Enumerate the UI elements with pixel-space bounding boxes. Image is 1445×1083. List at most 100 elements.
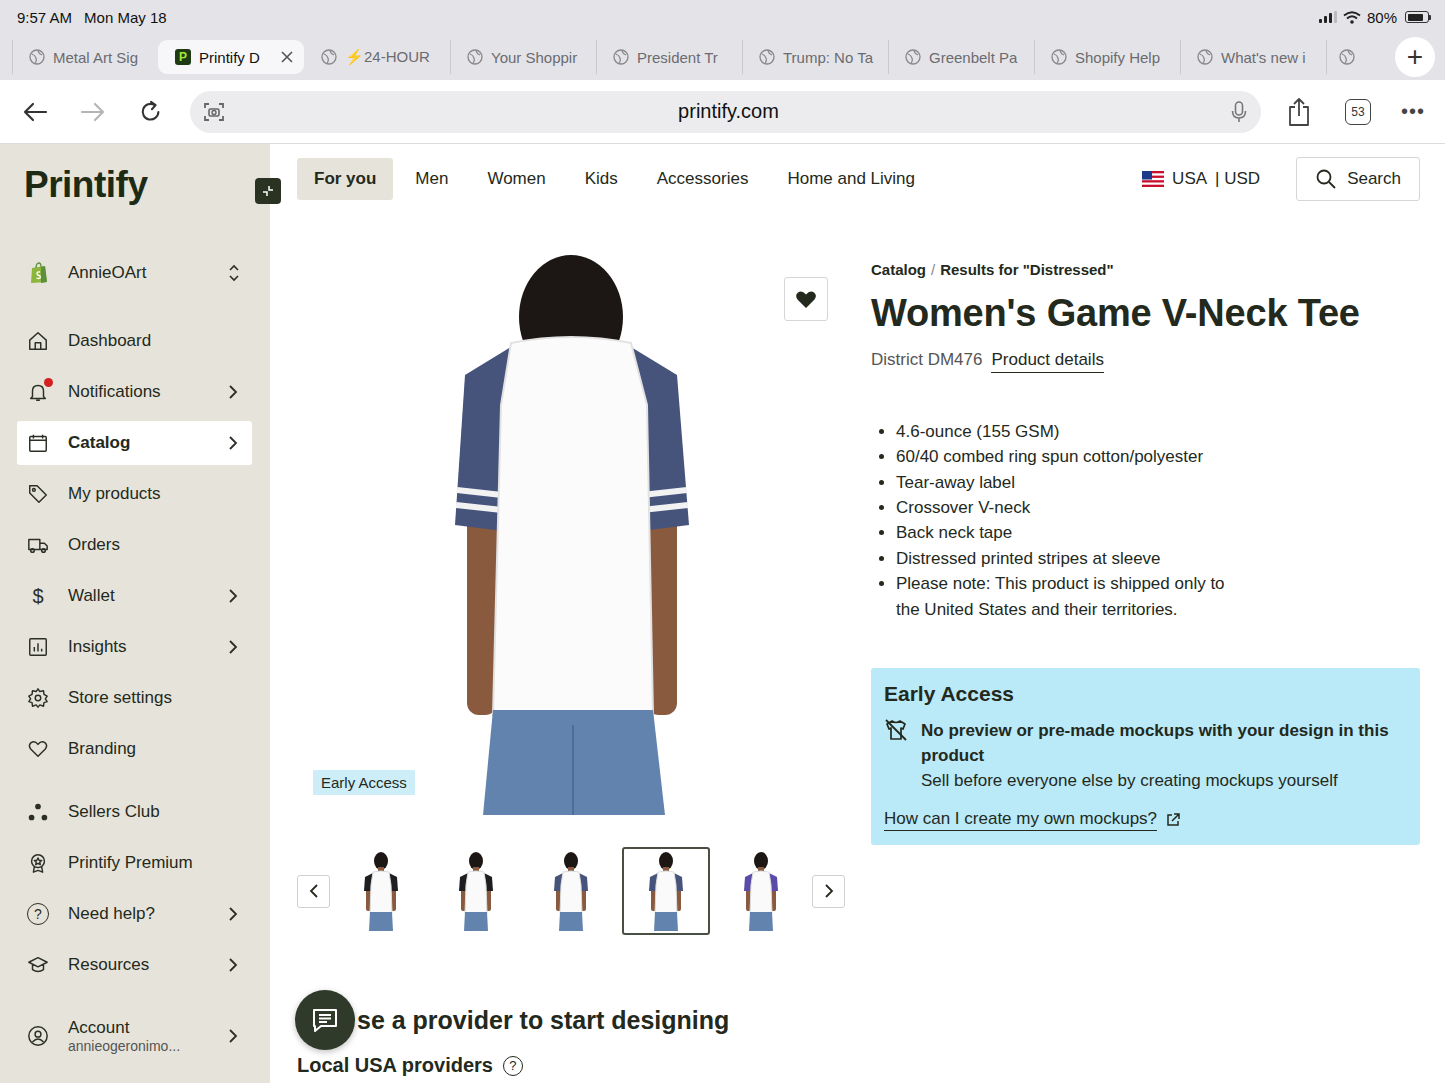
breadcrumb-separator: / bbox=[931, 261, 935, 278]
thumbnail-photo bbox=[541, 849, 601, 933]
search-button[interactable]: Search bbox=[1296, 157, 1420, 201]
category-tab[interactable]: Kids bbox=[568, 158, 635, 200]
sidebar-item[interactable]: Dashboard bbox=[17, 319, 252, 363]
sidebar-item[interactable]: $Wallet bbox=[17, 574, 252, 618]
sidebar-item-label: Insights bbox=[68, 637, 228, 657]
browser-tab[interactable]: President Tr bbox=[596, 40, 742, 74]
previous-image-button[interactable] bbox=[297, 875, 330, 908]
breadcrumb-link[interactable]: Catalog bbox=[871, 261, 926, 278]
chevron-right-icon bbox=[228, 957, 238, 973]
store-selector[interactable]: AnnieOArt bbox=[17, 253, 252, 293]
sidebar-item[interactable]: Notifications bbox=[17, 370, 252, 414]
collapse-sidebar-button[interactable] bbox=[255, 178, 281, 204]
tab-label: Trump: No Ta bbox=[783, 49, 878, 66]
thumbnail[interactable] bbox=[337, 847, 425, 935]
globe-icon bbox=[1051, 49, 1067, 65]
sidebar-item[interactable]: Store settings bbox=[17, 676, 252, 720]
tab-label: ⚡24-HOUR bbox=[345, 48, 440, 66]
truck-icon bbox=[27, 534, 49, 556]
url-field[interactable]: printify.com bbox=[190, 91, 1261, 133]
sidebar-item-label: Catalog bbox=[68, 433, 228, 453]
browser-tab[interactable]: Greenbelt Pa bbox=[888, 40, 1034, 74]
breadcrumb-current: Results for "Distressed" bbox=[940, 261, 1113, 278]
sidebar-item[interactable]: Printify Premium bbox=[17, 841, 252, 885]
feature-item: Please note: This product is shipped onl… bbox=[896, 571, 1246, 622]
sidebar-item[interactable]: ?Need help? bbox=[17, 892, 252, 936]
sidebar-item-label: My products bbox=[68, 484, 238, 504]
forward-arrow-icon[interactable] bbox=[80, 100, 106, 124]
browser-tab[interactable]: ⚡24-HOUR bbox=[304, 40, 450, 74]
product-section: Early Access Catalog / Results for "Distres… bbox=[297, 255, 1420, 935]
chat-button[interactable] bbox=[295, 990, 355, 1050]
favorite-button[interactable] bbox=[784, 277, 828, 321]
browser-tab[interactable]: What's new i bbox=[1180, 40, 1326, 74]
main-content: For youMenWomenKidsAccessoriesHome and L… bbox=[270, 144, 1445, 1083]
browser-tab[interactable]: Shopify Help bbox=[1034, 40, 1180, 74]
category-tab[interactable]: Home and Living bbox=[770, 158, 932, 200]
chevron-right-icon bbox=[228, 906, 238, 922]
product-sku: District DM476 bbox=[871, 350, 982, 373]
share-icon[interactable] bbox=[1287, 97, 1311, 127]
gear-icon bbox=[27, 687, 49, 709]
sidebar-item[interactable]: Insights bbox=[17, 625, 252, 669]
dots-icon bbox=[27, 801, 49, 823]
microphone-icon[interactable] bbox=[1231, 100, 1247, 124]
cap-icon bbox=[27, 954, 49, 976]
next-image-button[interactable] bbox=[812, 875, 845, 908]
sidebar-item-label: Branding bbox=[68, 739, 238, 759]
status-bar: 9:57 AMMon May 1880% bbox=[0, 0, 1445, 34]
heart-filled-icon bbox=[794, 288, 818, 310]
tag-icon bbox=[27, 483, 49, 505]
thumbnail[interactable] bbox=[432, 847, 520, 935]
category-tab[interactable]: Men bbox=[398, 158, 465, 200]
browser-tab[interactable] bbox=[1326, 40, 1368, 74]
mockups-help-link[interactable]: How can I create my own mockups? bbox=[884, 809, 1407, 831]
region-selector[interactable]: USA| USD bbox=[1142, 169, 1260, 189]
feature-item: Tear-away label bbox=[896, 470, 1246, 495]
globe-icon bbox=[29, 49, 45, 65]
thumbnail[interactable] bbox=[527, 847, 615, 935]
new-tab-button[interactable]: + bbox=[1395, 37, 1435, 77]
browser-tab[interactable]: Metal Art Sig bbox=[12, 40, 158, 74]
thumbnail-photo bbox=[636, 849, 696, 933]
back-arrow-icon[interactable] bbox=[22, 100, 48, 124]
sidebar-item[interactable]: My products bbox=[17, 472, 252, 516]
sidebar-item[interactable]: Orders bbox=[17, 523, 252, 567]
globe-icon bbox=[1197, 49, 1213, 65]
thumbnail-photo bbox=[731, 849, 791, 933]
thumbnail[interactable] bbox=[717, 847, 805, 935]
chevron-right-icon bbox=[824, 883, 834, 899]
product-gallery: Early Access bbox=[297, 255, 845, 935]
browser-tab[interactable]: PPrintify D bbox=[158, 40, 304, 74]
chevron-right-icon bbox=[228, 1028, 238, 1044]
sidebar-nav: Dashboard Notifications Catalog My products… bbox=[17, 319, 252, 771]
url-text: printify.com bbox=[226, 100, 1231, 123]
category-tab[interactable]: For you bbox=[297, 158, 393, 200]
reload-icon[interactable] bbox=[138, 100, 164, 124]
sidebar-item[interactable]: Branding bbox=[17, 727, 252, 771]
browser-tab[interactable]: Your Shoppir bbox=[450, 40, 596, 74]
thumbnail[interactable] bbox=[622, 847, 710, 935]
sidebar-item[interactable]: Sellers Club bbox=[17, 790, 252, 834]
sidebar-item[interactable]: Catalog bbox=[17, 421, 252, 465]
category-tab[interactable]: Women bbox=[470, 158, 562, 200]
tab-count-button[interactable]: 53 bbox=[1345, 99, 1371, 125]
page-menu-icon[interactable] bbox=[202, 100, 226, 124]
expand-icon bbox=[228, 263, 240, 283]
feature-item: Distressed printed stripes at sleeve bbox=[896, 546, 1246, 571]
printify-logo[interactable]: Printify bbox=[24, 164, 147, 206]
category-tab[interactable]: Accessories bbox=[640, 158, 766, 200]
help-icon[interactable]: ? bbox=[503, 1056, 523, 1076]
sidebar-item-label: Printify Premium bbox=[68, 853, 238, 873]
account-item[interactable]: Accountannieogeronimo... bbox=[17, 1018, 252, 1054]
more-menu-button[interactable]: ••• bbox=[1401, 100, 1425, 123]
close-tab-icon[interactable] bbox=[280, 50, 294, 64]
product-details-link[interactable]: Product details bbox=[991, 350, 1103, 373]
sidebar-item-label: Wallet bbox=[68, 586, 228, 606]
product-image: Early Access bbox=[297, 255, 845, 815]
product-details: Catalog/Results for "Distressed"Women's … bbox=[871, 255, 1420, 935]
tab-label: Shopify Help bbox=[1075, 49, 1170, 66]
sidebar-item[interactable]: Resources bbox=[17, 943, 252, 987]
browser-tab[interactable]: Trump: No Ta bbox=[742, 40, 888, 74]
chart-icon bbox=[27, 636, 49, 658]
